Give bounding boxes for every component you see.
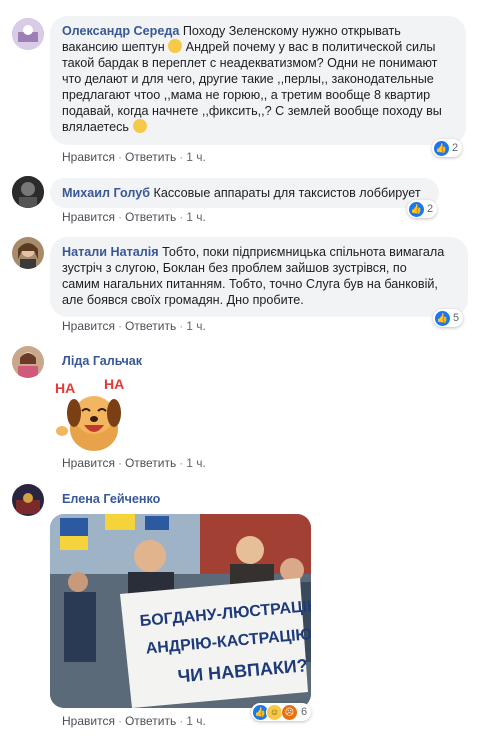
sticker-text: HA: [55, 380, 75, 396]
comment-bubble: Михаил Голуб Кассовые аппараты для такси…: [50, 178, 439, 208]
reaction-summary[interactable]: 👍 ☺ ☹ 6: [251, 703, 312, 721]
comment-text: Тобто, поки підприємницька спільнота вим…: [162, 245, 445, 259]
reply-link[interactable]: Ответить: [125, 319, 176, 333]
avatar[interactable]: [12, 484, 44, 516]
angry-reaction-icon: ☹: [281, 703, 298, 721]
comment-text: Кассовые аппараты для таксистов лоббируе…: [153, 186, 421, 200]
reaction-count: 2: [452, 142, 459, 154]
comment-text: такой бардак в перeплет с неадекватизмом…: [62, 56, 438, 70]
avatar[interactable]: [12, 346, 44, 378]
comment-actions: Нравится · Ответить · 1 ч.: [62, 319, 206, 333]
like-reaction-icon: 👍: [434, 140, 449, 156]
avatar[interactable]: [12, 176, 44, 208]
comment-text: влялаетесь: [62, 120, 129, 134]
grin-emoji-icon: [168, 39, 183, 53]
comment-bubble: Натали Наталія Тобто, поки підприємницьк…: [50, 237, 468, 317]
sticker-text: HA: [104, 376, 124, 392]
reply-link[interactable]: Ответить: [125, 456, 176, 470]
reply-link[interactable]: Ответить: [125, 210, 176, 224]
like-link[interactable]: Нравится: [62, 714, 115, 728]
like-link[interactable]: Нравится: [62, 456, 115, 470]
comment-actions: Нравится · Ответить · 1 ч.: [62, 714, 206, 728]
comment-time[interactable]: 1 ч.: [186, 456, 206, 470]
reaction-summary[interactable]: 👍 5: [433, 309, 464, 327]
comment-author[interactable]: Ліда Гальчак: [62, 354, 142, 368]
comment-text: вакансию шептун: [62, 40, 165, 54]
reply-link[interactable]: Ответить: [125, 150, 176, 164]
comment-text: самим нагальних питанням. Тобто, точно С…: [62, 277, 438, 291]
reaction-count: 6: [301, 706, 308, 718]
comment-author[interactable]: Елена Гейченко: [62, 492, 160, 506]
comment-author[interactable]: Михаил Голуб: [62, 186, 150, 200]
reaction-count: 5: [453, 312, 460, 324]
like-reaction-icon: 👍: [409, 201, 424, 217]
comment-author[interactable]: Натали Наталія: [62, 245, 159, 259]
comment-time[interactable]: 1 ч.: [186, 210, 206, 224]
comment-text: что делают и для чего, другие такие ,,пе…: [62, 72, 434, 86]
like-link[interactable]: Нравится: [62, 319, 115, 333]
post-photo[interactable]: БОГДАНУ-ЛЮСТРАЦІЮ АНДРІЮ-КАСТРАЦІЮ. ЧИ Н…: [50, 514, 311, 708]
comment-bubble: Олександр Середа Походу Зеленскому нужно…: [50, 16, 466, 145]
comment-text: зустріч з слугою, Боклан без проблем зай…: [62, 261, 407, 275]
comment-author[interactable]: Олександр Середа: [62, 24, 179, 38]
avatar[interactable]: [12, 18, 44, 50]
avatar[interactable]: [12, 237, 44, 269]
comment-text: подавай, когда начнете ,,фиксить,,? С зе…: [62, 104, 442, 118]
comment-text: предлагают чтоо ,,мама не горюю,, а трет…: [62, 88, 431, 102]
confused-emoji-icon: [132, 119, 147, 133]
haha-dog-sticker: HA HA: [55, 376, 124, 451]
reply-link[interactable]: Ответить: [125, 714, 176, 728]
comment-time[interactable]: 1 ч.: [186, 150, 206, 164]
comment-text: але боявся своїх громадян. Дно пробите.: [62, 293, 304, 307]
comment-actions: Нравится · Ответить · 1 ч.: [62, 150, 206, 164]
like-link[interactable]: Нравится: [62, 210, 115, 224]
like-reaction-icon: 👍: [435, 310, 450, 326]
like-link[interactable]: Нравится: [62, 150, 115, 164]
comment-actions: Нравится · Ответить · 1 ч.: [62, 210, 206, 224]
comment-actions: Нравится · Ответить · 1 ч.: [62, 456, 206, 470]
reaction-count: 2: [427, 203, 434, 215]
comment-text: Андрей почему у вас в политической силы: [185, 40, 436, 54]
reaction-summary[interactable]: 👍 2: [407, 200, 438, 218]
comment-text: Походу Зеленскому нужно открывать: [182, 24, 401, 38]
reaction-summary[interactable]: 👍 2: [432, 139, 463, 157]
comment-time[interactable]: 1 ч.: [186, 319, 206, 333]
comment-time[interactable]: 1 ч.: [186, 714, 206, 728]
